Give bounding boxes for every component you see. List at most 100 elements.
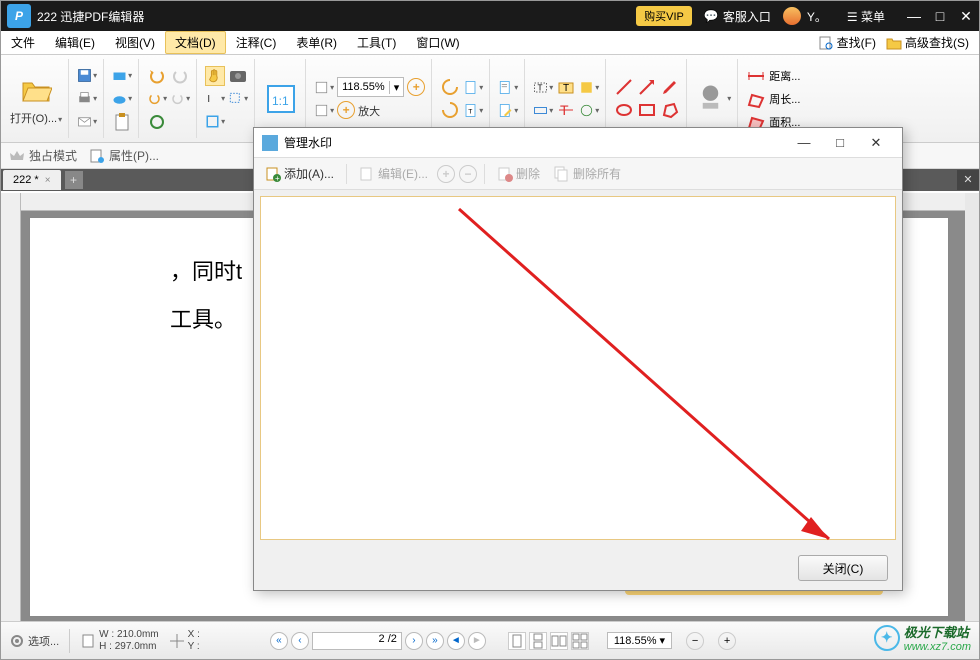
main-menu-button[interactable]: ☰ 菜单 xyxy=(847,8,885,25)
exclusive-mode-button[interactable]: 独占模式 xyxy=(9,147,77,164)
next-view-button[interactable]: ► xyxy=(468,632,486,650)
next-page-button[interactable]: › xyxy=(405,632,423,650)
actual-size-icon[interactable]: 1:1 xyxy=(263,81,299,117)
find-button[interactable]: 查找(F) xyxy=(814,32,880,53)
move-down-button[interactable]: − xyxy=(459,165,477,183)
page-number-input[interactable]: 2 /2 xyxy=(312,632,402,650)
rotate-right-button[interactable] xyxy=(440,100,460,120)
watermark-list[interactable] xyxy=(260,196,896,540)
window-maximize-button[interactable]: □ xyxy=(927,8,953,24)
zoom-out-button[interactable]: − xyxy=(686,632,704,650)
buy-vip-button[interactable]: 购买VIP xyxy=(636,6,692,26)
highlight-button[interactable]: T xyxy=(556,77,576,97)
add-watermark-button[interactable]: + 添加(A)... xyxy=(260,163,339,184)
vertical-ruler xyxy=(1,193,21,621)
customer-service-button[interactable]: 💬 客服入口 xyxy=(704,8,771,25)
polygon-tool-button[interactable] xyxy=(660,100,680,120)
dialog-close-x-button[interactable]: ✕ xyxy=(858,135,894,151)
refresh-button[interactable] xyxy=(147,112,167,132)
menu-tool[interactable]: 工具(T) xyxy=(347,31,406,54)
first-page-button[interactable]: « xyxy=(270,632,288,650)
page-tool-2[interactable]: T xyxy=(463,100,483,120)
line-tool-button[interactable] xyxy=(614,77,634,97)
more-annot-button[interactable] xyxy=(579,100,599,120)
delete-all-watermark-button[interactable]: 删除所有 xyxy=(549,163,626,184)
add-tab-button[interactable]: + xyxy=(65,171,83,189)
delete-watermark-button[interactable]: 删除 xyxy=(492,163,545,184)
window-close-button[interactable]: ✕ xyxy=(953,8,979,25)
undo-button[interactable] xyxy=(147,66,167,86)
dialog-icon xyxy=(262,135,278,151)
zoom-select[interactable]: 118.55%▾ xyxy=(337,77,404,97)
prev-view-button[interactable]: ◄ xyxy=(447,632,465,650)
email-button[interactable] xyxy=(77,112,97,132)
move-up-button[interactable]: + xyxy=(437,165,455,183)
print-button[interactable] xyxy=(77,89,97,109)
zoom-in-status-button[interactable]: + xyxy=(718,632,736,650)
window-minimize-button[interactable]: — xyxy=(901,8,927,24)
app-title: 222 迅捷PDF编辑器 xyxy=(37,8,144,25)
screenshot-button[interactable] xyxy=(205,112,225,132)
menu-view[interactable]: 视图(V) xyxy=(105,31,165,54)
redo-history-button[interactable] xyxy=(170,89,190,109)
open-group[interactable]: 打开(O)... xyxy=(7,59,69,138)
arrow-tool-button[interactable] xyxy=(637,77,657,97)
dialog-close-button[interactable]: 关闭(C) xyxy=(798,555,888,581)
pencil-tool-button[interactable] xyxy=(660,77,680,97)
two-page-view-button[interactable] xyxy=(550,632,568,650)
single-page-view-button[interactable] xyxy=(508,632,526,650)
zoom-mode-button[interactable] xyxy=(314,77,334,97)
tab-close-button[interactable]: × xyxy=(45,175,51,186)
add-text-button[interactable]: T xyxy=(533,77,553,97)
fit-width-button[interactable] xyxy=(314,100,334,120)
cloud-button[interactable] xyxy=(112,89,132,109)
continuous-view-button[interactable] xyxy=(529,632,547,650)
snapshot-button[interactable] xyxy=(228,66,248,86)
undo-history-button[interactable] xyxy=(147,89,167,109)
more-text-button[interactable] xyxy=(579,77,599,97)
strikethrough-button[interactable]: T xyxy=(556,100,576,120)
zoom-in-button[interactable]: + xyxy=(337,101,355,119)
save-button[interactable] xyxy=(77,66,97,86)
hand-tool-button[interactable] xyxy=(205,66,225,86)
clipboard-button[interactable] xyxy=(112,112,132,132)
redo-button[interactable] xyxy=(170,66,190,86)
page-tool-1[interactable] xyxy=(463,77,483,97)
two-page-continuous-button[interactable] xyxy=(571,632,589,650)
rotate-left-button[interactable] xyxy=(440,77,460,97)
page-size-icon xyxy=(80,633,96,649)
edit-content-button[interactable] xyxy=(498,77,518,97)
tab-222[interactable]: 222 * × xyxy=(3,170,61,190)
link-button[interactable] xyxy=(533,100,553,120)
select-tool-button[interactable] xyxy=(228,89,248,109)
menu-form[interactable]: 表单(R) xyxy=(286,31,347,54)
dialog-minimize-button[interactable]: — xyxy=(786,135,822,150)
advanced-find-button[interactable]: 高级查找(S) xyxy=(882,32,973,53)
options-button[interactable]: 选项... xyxy=(9,633,59,649)
menu-edit[interactable]: 编辑(E) xyxy=(45,31,105,54)
zoom-in-round-button[interactable]: + xyxy=(407,78,425,96)
dialog-titlebar[interactable]: 管理水印 — □ ✕ xyxy=(254,128,902,158)
dialog-maximize-button[interactable]: □ xyxy=(822,135,858,150)
zoom-level-select[interactable]: 118.55% ▾ xyxy=(607,632,672,649)
rect-tool-button[interactable] xyxy=(637,100,657,120)
edit-watermark-button[interactable]: 编辑(E)... xyxy=(354,163,433,184)
menu-window[interactable]: 窗口(W) xyxy=(406,31,469,54)
vertical-scrollbar[interactable] xyxy=(965,193,979,621)
distance-tool-button[interactable]: 距离... xyxy=(746,66,800,86)
perimeter-tool-button[interactable]: 周长... xyxy=(746,89,800,109)
menu-file[interactable]: 文件 xyxy=(1,31,45,54)
close-all-tabs-button[interactable]: ✕ xyxy=(957,170,979,190)
prev-page-button[interactable]: ‹ xyxy=(291,632,309,650)
ellipse-tool-button[interactable] xyxy=(614,100,634,120)
properties-button[interactable]: 属性(P)... xyxy=(89,147,159,164)
menu-annotate[interactable]: 注释(C) xyxy=(226,31,287,54)
user-name[interactable]: Y。 xyxy=(807,8,827,25)
select-text-button[interactable]: I xyxy=(205,89,225,109)
menu-document[interactable]: 文档(D) xyxy=(165,31,226,54)
stamp-button[interactable] xyxy=(695,81,731,117)
last-page-button[interactable]: » xyxy=(426,632,444,650)
user-avatar-icon[interactable] xyxy=(783,7,801,25)
scan-button[interactable] xyxy=(112,66,132,86)
edit-text-button[interactable] xyxy=(498,100,518,120)
